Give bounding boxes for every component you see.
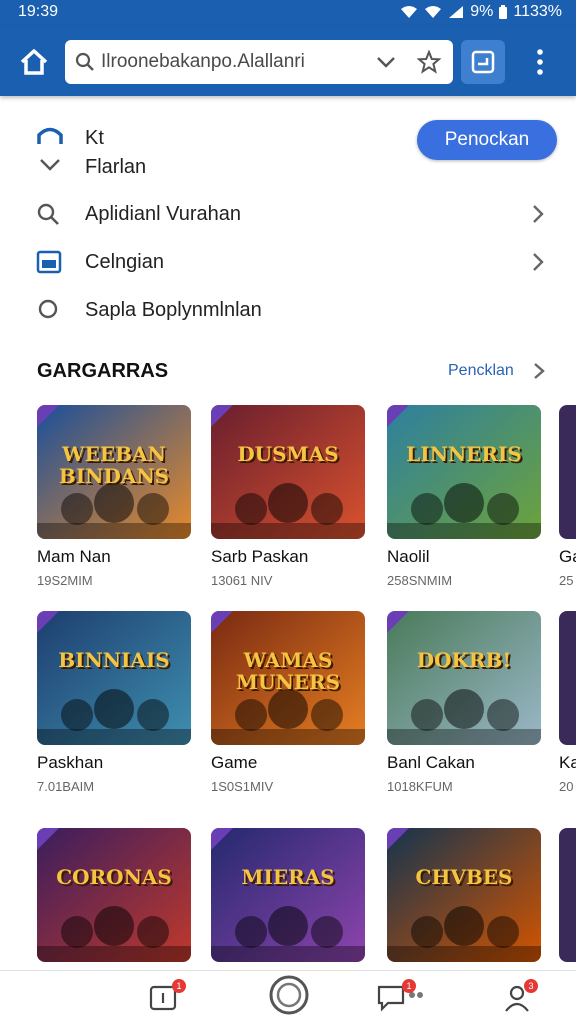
section-title: GARGARRAS	[37, 360, 169, 382]
game-meta: 19S2MIM	[37, 573, 93, 588]
game-card[interactable]: WAMAS MUNERS Game 1S0S1MIV	[211, 611, 367, 794]
menu-row-search[interactable]: Aplidianl Vurahan	[0, 194, 576, 234]
status-extra: 1133%	[513, 3, 562, 20]
search-icon	[37, 203, 59, 225]
chevron-right-icon	[533, 253, 544, 271]
game-art-text: CHVBES	[415, 865, 513, 889]
game-meta: 1S0S1MIV	[211, 779, 274, 794]
row-label: Celngian	[85, 251, 164, 273]
game-title: Ga	[559, 547, 576, 566]
notification-badge: 3	[524, 979, 538, 993]
game-art-text: WAMAS MUNERS	[235, 648, 341, 694]
primary-action-button[interactable]: Penockan	[417, 120, 557, 160]
game-title: Ka	[559, 753, 576, 772]
game-art-text: DUSMAS	[237, 442, 339, 466]
game-thumbnail[interactable]: CORONAS	[37, 828, 191, 962]
game-card-partial[interactable]: Ka 20	[559, 611, 576, 794]
notification-badge: 1	[172, 979, 186, 993]
game-thumbnail[interactable]: MIERAS	[211, 828, 365, 962]
address-bar[interactable]: Ilroonebakanpo.Alallanri	[65, 40, 453, 84]
wifi-icon	[425, 6, 442, 18]
section-more-link[interactable]: Pencklan	[448, 362, 514, 380]
game-art-text: BINNIAIS	[58, 648, 170, 672]
game-card[interactable]: DUSMAS Sarb Paskan 13061 NIV	[211, 405, 367, 588]
home-button[interactable]	[18, 46, 50, 78]
tab-switcher-icon	[471, 50, 495, 74]
game-art-text: WEEBAN BINDANS	[58, 442, 170, 488]
url-text[interactable]: Ilroonebakanpo.Alallanri	[101, 51, 371, 73]
game-meta: 1018KFUM	[387, 779, 453, 794]
more-vertical-icon	[537, 49, 543, 75]
game-title: Sarb Paskan	[211, 547, 309, 566]
game-art-text: LINNERIS	[406, 442, 522, 466]
game-thumbnail[interactable]: DOKRB!	[387, 611, 541, 745]
game-art-text: CORONAS	[56, 865, 172, 889]
chat-icon	[377, 985, 423, 1012]
panel-subtitle: Flarlan	[85, 156, 147, 178]
chevron-right-icon	[533, 205, 544, 223]
game-thumbnail[interactable]	[559, 828, 576, 962]
menu-row-tab[interactable]: Celngian	[0, 242, 576, 282]
game-thumbnail[interactable]: DUSMAS	[211, 405, 365, 539]
battery-icon	[499, 5, 508, 19]
bookmark-icon	[37, 127, 63, 144]
game-meta: 258SNMIM	[387, 573, 453, 588]
game-title: Mam Nan	[37, 547, 111, 566]
status-icons: 9% 1133%	[400, 3, 562, 21]
tabs-button[interactable]	[461, 40, 505, 84]
status-time: 19:39	[18, 3, 59, 20]
game-thumbnail[interactable]	[559, 611, 576, 745]
notification-badge: 1	[402, 979, 416, 993]
signal-icon	[449, 6, 464, 18]
wifi-icon	[401, 6, 418, 18]
status-bar: 19:39 9% 1133%	[0, 0, 576, 26]
game-title: Paskhan	[37, 753, 104, 772]
game-title: Game	[211, 753, 258, 772]
menu-row-circle[interactable]: Sapla Boplynmlnlan	[0, 290, 576, 330]
game-art-text: DOKRB!	[416, 648, 512, 672]
game-title: Naolil	[387, 547, 430, 566]
chevron-down-icon[interactable]	[375, 53, 397, 71]
game-art-text: MIERAS	[241, 865, 335, 889]
game-thumbnail[interactable]: LINNERIS	[387, 405, 541, 539]
circle-icon	[38, 299, 58, 319]
nav-profile[interactable]: 3	[496, 977, 556, 1025]
game-card[interactable]: DOKRB! Banl Cakan 1018KFUM	[387, 611, 543, 794]
game-thumbnail[interactable]	[559, 405, 576, 539]
game-card-partial[interactable]: Ga 25	[559, 405, 576, 588]
game-meta: 20	[559, 779, 574, 794]
row-label: Sapla Boplynmlnlan	[85, 299, 262, 321]
game-meta: 13061 NIV	[211, 573, 273, 588]
chevron-right-icon[interactable]	[532, 362, 546, 380]
battery-percent: 9%	[470, 3, 494, 20]
game-card[interactable]: BINNIAIS Paskhan 7.01BAIM	[37, 611, 193, 794]
game-thumbnail[interactable]: BINNIAIS	[37, 611, 191, 745]
overflow-menu-button[interactable]	[530, 48, 550, 76]
game-thumbnail[interactable]: WEEBAN BINDANS	[37, 405, 191, 539]
game-card[interactable]: LINNERIS Naolil 258SNMIM	[387, 405, 543, 588]
home-icon	[20, 49, 48, 75]
nav-messages[interactable]: 1	[372, 977, 432, 1025]
game-thumbnail[interactable]: WAMAS MUNERS	[211, 611, 365, 745]
browser-toolbar: Ilroonebakanpo.Alallanri	[0, 26, 576, 96]
game-card[interactable]: WEEBAN BINDANS Mam Nan 19S2MIM	[37, 405, 193, 588]
nav-tabs[interactable]: 1	[140, 977, 200, 1025]
bookmark-star-icon[interactable]	[417, 50, 441, 74]
search-icon	[75, 52, 94, 71]
game-title: Banl Cakan	[387, 753, 475, 772]
game-card[interactable]: CHVBES	[387, 828, 543, 970]
system-home-button[interactable]	[268, 974, 310, 1016]
row-label: Aplidianl Vurahan	[85, 203, 242, 225]
home-circle-icon	[269, 975, 309, 1015]
chevron-down-icon[interactable]	[38, 156, 62, 172]
game-meta: 25	[559, 573, 574, 588]
game-meta: 7.01BAIM	[37, 779, 95, 794]
game-thumbnail[interactable]: CHVBES	[387, 828, 541, 962]
tab-icon	[36, 250, 62, 274]
panel-title: Kt	[85, 127, 104, 149]
